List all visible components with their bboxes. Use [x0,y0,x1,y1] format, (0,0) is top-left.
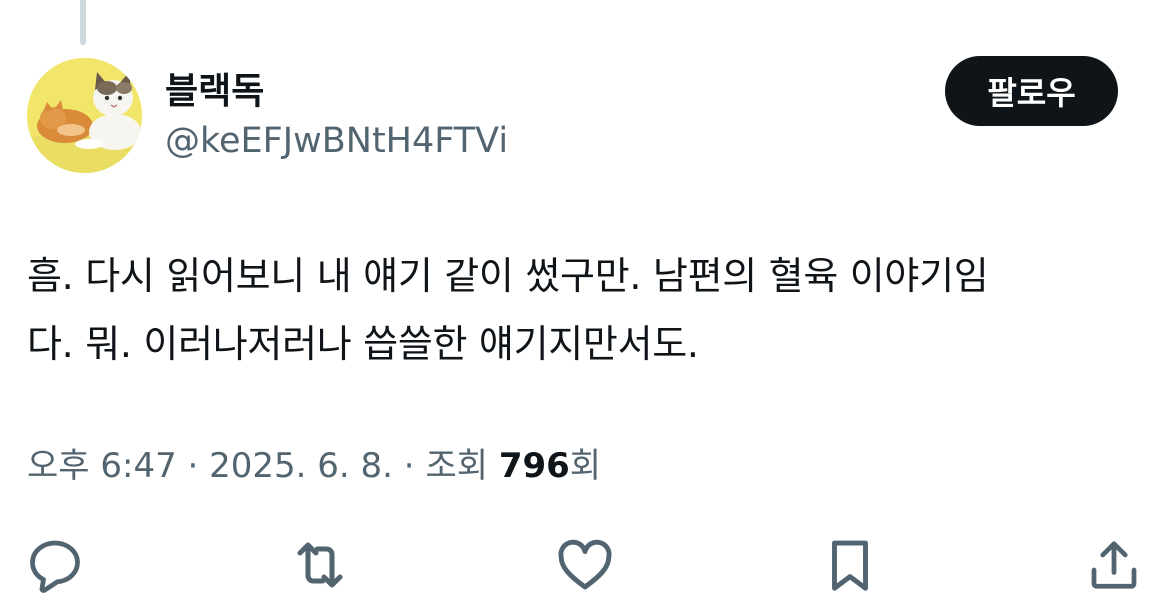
like-button[interactable] [553,533,617,597]
meta-separator: · [176,446,210,486]
views-count: 796 [498,446,570,486]
avatar[interactable] [27,58,142,173]
retweet-icon [297,542,343,588]
display-name[interactable]: 블랙독 [165,70,264,114]
views-label: 조회 [425,446,488,486]
share-button[interactable] [1082,533,1146,597]
retweet-button[interactable] [288,533,352,597]
bookmark-button[interactable] [818,533,882,597]
tweet-time[interactable]: 오후 6:47 [27,446,177,486]
tweet-date[interactable]: 2025. 6. 8. [209,446,393,486]
meta-separator: · [393,446,426,486]
share-icon [1091,541,1137,589]
tweet-text: 흠. 다시 읽어보니 내 얘기 같이 썼구만. 남편의 혈육 이야기임 다. 뭐… [27,254,989,366]
user-handle[interactable]: @keEFJwBNtH4FTVi [165,120,508,162]
cat-avatar-icon [27,58,142,173]
like-icon [558,539,612,590]
reply-icon [30,540,80,593]
reply-button[interactable] [23,533,87,597]
action-bar [0,533,1170,597]
bookmark-icon [832,540,868,591]
follow-button[interactable]: 팔로우 [945,56,1118,126]
thread-connector-line [80,0,86,45]
views-suffix: 회 [569,446,602,486]
tweet-meta: 오후 6:47 · 2025. 6. 8. · 조회 796회 [27,444,601,488]
